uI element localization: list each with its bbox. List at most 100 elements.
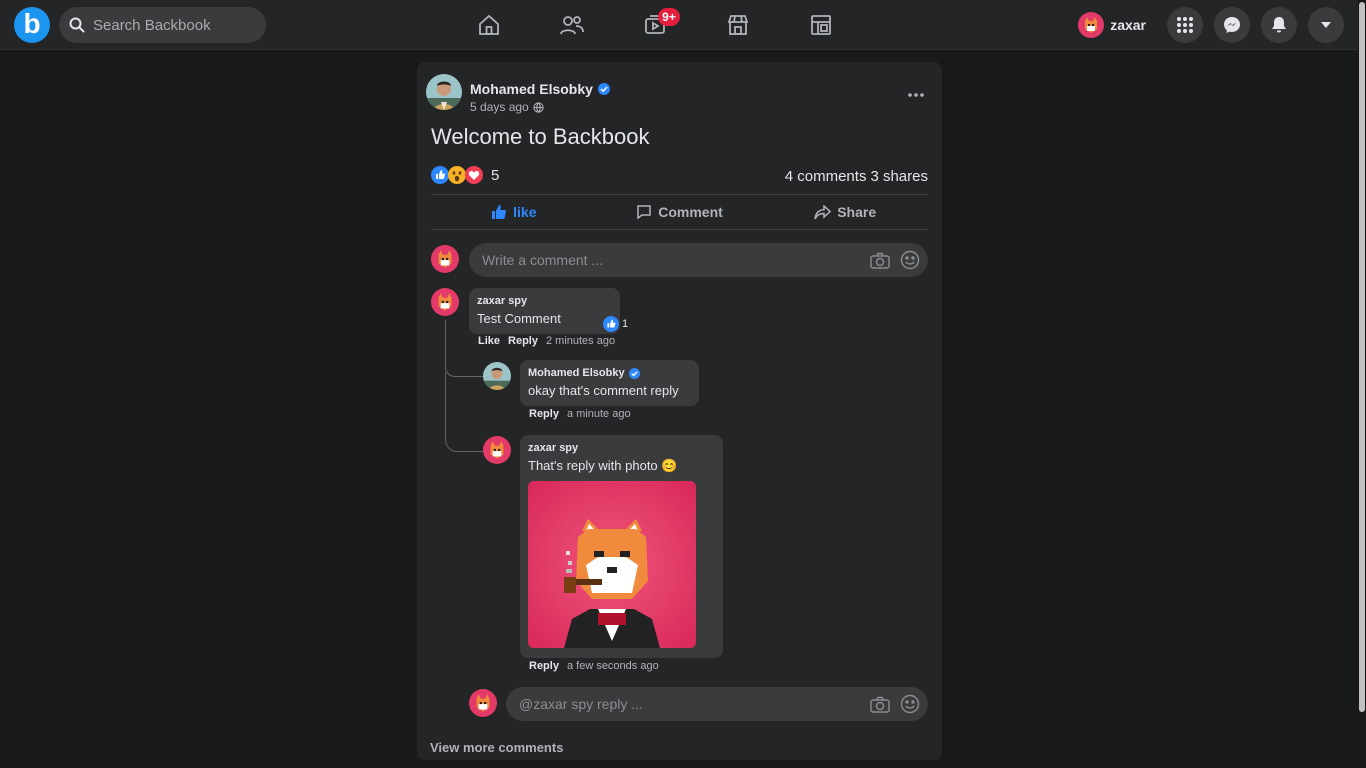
account-dropdown-button[interactable]	[1308, 7, 1344, 43]
comment-like-count[interactable]: 1	[603, 316, 628, 332]
user-avatar	[1078, 12, 1105, 38]
thumbs-up-icon	[492, 205, 507, 219]
nav-watch[interactable]: 9+	[613, 8, 697, 41]
like-reaction-icon	[431, 166, 449, 184]
page-scrollbar[interactable]	[1358, 0, 1366, 768]
comment-author-name[interactable]: zaxar spy	[477, 295, 527, 307]
comment-reply-button[interactable]: Reply	[508, 335, 538, 347]
scrollbar-thumb[interactable]	[1359, 2, 1365, 712]
love-reaction-icon	[465, 166, 483, 184]
reply-meta: Reply a few seconds ago	[529, 660, 659, 672]
post-stats: 4 comments 3 shares	[785, 168, 928, 185]
reply-reply-button[interactable]: Reply	[529, 660, 559, 672]
backbook-logo[interactable]: b	[14, 7, 50, 43]
nav-marketplace[interactable]	[696, 9, 780, 41]
reaction-count: 5	[491, 166, 500, 184]
messenger-button[interactable]	[1214, 7, 1250, 43]
author-avatar[interactable]	[426, 74, 462, 110]
reply-time[interactable]: a few seconds ago	[567, 660, 659, 672]
like-button-label[interactable]: like	[513, 204, 536, 220]
comment-input[interactable]	[482, 252, 870, 268]
comment-text: Test Comment	[477, 311, 561, 326]
reply-box[interactable]	[506, 687, 928, 721]
post-author[interactable]: Mohamed Elsobky	[470, 81, 610, 97]
post-author-name[interactable]: Mohamed Elsobky	[470, 81, 593, 97]
comment-meta: Like Reply 2 minutes ago	[478, 335, 615, 347]
bell-icon	[1272, 17, 1286, 33]
search-box[interactable]	[59, 7, 266, 43]
groups-icon	[811, 15, 831, 35]
divider	[431, 229, 928, 230]
reaction-summary[interactable]: 5	[431, 166, 499, 184]
comment-author[interactable]: zaxar spy	[477, 295, 612, 307]
reply-author-name[interactable]: Mohamed Elsobky	[528, 367, 625, 379]
comment-box[interactable]	[469, 243, 928, 277]
reply-avatar[interactable]	[483, 362, 511, 390]
comments-count[interactable]: 4 comments	[785, 168, 867, 185]
search-input[interactable]	[93, 16, 253, 34]
camera-icon[interactable]	[870, 252, 890, 269]
reply-author[interactable]: Mohamed Elsobky	[528, 367, 691, 379]
reply-avatar[interactable]	[483, 436, 511, 464]
reply-author-name[interactable]: zaxar spy	[528, 442, 578, 454]
comment-bubble: zaxar spy Test Comment	[469, 288, 620, 334]
verified-icon	[628, 367, 640, 379]
main-nav: 9+	[447, 0, 867, 50]
reply-author[interactable]: zaxar spy	[528, 442, 715, 454]
reply-text: okay that's comment reply	[528, 383, 679, 398]
friends-icon	[560, 16, 584, 35]
post-text: Welcome to Backbook	[431, 124, 650, 149]
globe-icon	[533, 101, 544, 113]
comment-button[interactable]: Comment	[597, 195, 763, 229]
comment-icon	[637, 205, 651, 220]
share-button[interactable]: Share	[762, 195, 928, 229]
pixel-fox-image	[528, 481, 696, 648]
notifications-button[interactable]	[1261, 7, 1297, 43]
reply-text: That's reply with photo 😊	[528, 458, 678, 473]
profile-link[interactable]: zaxar	[1078, 12, 1146, 38]
home-icon	[479, 14, 499, 35]
nav-groups[interactable]	[779, 9, 863, 41]
user-name: zaxar	[1110, 17, 1146, 33]
camera-icon[interactable]	[870, 696, 890, 713]
thread-line	[445, 320, 483, 377]
view-more-comments[interactable]: View more comments	[430, 740, 563, 755]
share-button-label[interactable]: Share	[837, 204, 876, 220]
account-area: zaxar	[1078, 7, 1344, 43]
nav-friends[interactable]	[530, 9, 614, 41]
verified-icon	[597, 83, 610, 95]
post-time-text[interactable]: 5 days ago	[470, 100, 529, 114]
post-options-button[interactable]	[908, 84, 924, 102]
like-button[interactable]: like	[431, 195, 597, 229]
grid-menu-icon	[1177, 17, 1193, 33]
reply-meta: Reply a minute ago	[529, 408, 631, 420]
top-navbar: b 9+ zaxar	[0, 0, 1358, 50]
shares-count[interactable]: 3 shares	[870, 168, 928, 185]
comment-like-number[interactable]: 1	[622, 318, 628, 330]
comment-button-label[interactable]: Comment	[658, 204, 723, 220]
comment-avatar[interactable]	[431, 288, 459, 316]
post-actions: like Comment Share	[431, 195, 928, 229]
search-icon	[69, 17, 85, 33]
share-icon	[814, 204, 832, 219]
reply-bubble: Mohamed Elsobky okay that's comment repl…	[520, 360, 699, 406]
watch-badge: 9+	[658, 8, 680, 26]
like-reaction-icon	[603, 316, 619, 332]
reply-reply-button[interactable]: Reply	[529, 408, 559, 420]
emoji-icon[interactable]	[900, 694, 920, 714]
nav-home[interactable]	[447, 9, 531, 41]
reply-input[interactable]	[519, 696, 870, 712]
comment-time[interactable]: 2 minutes ago	[546, 335, 615, 347]
caret-down-icon	[1321, 22, 1331, 28]
reply-time[interactable]: a minute ago	[567, 408, 631, 420]
post-card: Mohamed Elsobky 5 days ago Welcome to Ba…	[417, 62, 942, 760]
emoji-icon[interactable]	[900, 250, 920, 270]
post-header: Mohamed Elsobky 5 days ago	[426, 74, 610, 114]
marketplace-icon	[727, 15, 749, 35]
menu-button[interactable]	[1167, 7, 1203, 43]
more-options-icon	[908, 93, 924, 97]
commenter-avatar[interactable]	[431, 245, 459, 273]
reply-input-avatar[interactable]	[469, 689, 497, 717]
messenger-icon	[1224, 17, 1240, 33]
reply-photo[interactable]	[528, 481, 696, 648]
